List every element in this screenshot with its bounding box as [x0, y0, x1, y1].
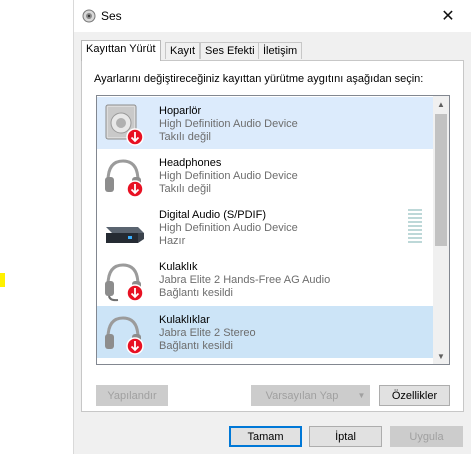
device-name: Headphones	[159, 157, 222, 169]
device-row-hoparlor[interactable]: Hoparlör High Definition Audio Device Ta…	[97, 97, 435, 149]
device-name: Hoparlör	[159, 105, 202, 117]
set-default-dropdown-arrow-icon[interactable]: ▼	[353, 385, 370, 406]
device-row-headphones[interactable]: Headphones High Definition Audio Device …	[97, 149, 435, 201]
yellow-marker	[0, 273, 5, 287]
device-status: Hazır	[159, 235, 186, 247]
headphones-icon	[105, 159, 144, 198]
set-default-button[interactable]: Varsayılan Yap	[251, 385, 353, 406]
instruction-text: Ayarlarını değiştireceğiniz kayıttan yür…	[94, 73, 424, 85]
device-status: Bağlantı kesildi	[159, 287, 233, 299]
sound-dialog: Ses ✕ Kayıttan Yürüt Kayıt Ses Efekti İl…	[73, 0, 471, 454]
tab-communications[interactable]: İletişim	[258, 42, 303, 59]
device-driver: High Definition Audio Device	[159, 222, 298, 234]
device-driver: Jabra Elite 2 Stereo	[159, 327, 256, 339]
device-row-kulakliklar[interactable]: Kulaklıklar Jabra Elite 2 Stereo Bağlant…	[97, 306, 435, 358]
cancel-button[interactable]: İptal	[309, 426, 382, 447]
device-name: Kulaklık	[159, 261, 198, 273]
configure-button[interactable]: Yapılandır	[96, 385, 168, 406]
ok-button[interactable]: Tamam	[229, 426, 302, 447]
speaker-app-icon	[82, 9, 96, 23]
scroll-down-arrow-icon[interactable]: ▼	[433, 348, 449, 364]
device-name: Kulaklıklar	[159, 314, 210, 326]
headset-icon	[105, 263, 144, 302]
device-list-scrollbar[interactable]: ▲ ▼	[433, 96, 449, 364]
tab-playback[interactable]: Kayıttan Yürüt	[81, 40, 161, 61]
speaker-icon	[105, 104, 144, 146]
scroll-up-arrow-icon[interactable]: ▲	[433, 96, 449, 112]
device-list[interactable]: Hoparlör High Definition Audio Device Ta…	[96, 95, 450, 365]
playback-panel: Ayarlarını değiştireceğiniz kayıttan yür…	[81, 60, 464, 412]
tab-sound-effects[interactable]: Ses Efekti	[200, 42, 260, 59]
device-driver: High Definition Audio Device	[159, 118, 298, 130]
device-driver: Jabra Elite 2 Hands-Free AG Audio	[159, 274, 331, 286]
scrollbar-thumb[interactable]	[435, 114, 447, 246]
window-title: Ses	[101, 9, 122, 23]
apply-button[interactable]: Uygula	[390, 426, 463, 447]
volume-level-meter	[408, 209, 422, 247]
device-name: Digital Audio (S/PDIF)	[159, 209, 266, 221]
device-row-digital-audio[interactable]: Digital Audio (S/PDIF) High Definition A…	[97, 201, 435, 253]
digital-audio-icon	[106, 227, 144, 243]
device-status: Bağlantı kesildi	[159, 340, 233, 352]
close-icon: ✕	[441, 8, 455, 25]
close-button[interactable]: ✕	[425, 0, 471, 32]
device-status: Takılı değil	[159, 183, 211, 195]
device-driver: High Definition Audio Device	[159, 170, 298, 182]
headphones-icon	[105, 316, 144, 355]
properties-button[interactable]: Özellikler	[379, 385, 450, 406]
tab-recording[interactable]: Kayıt	[165, 42, 201, 59]
device-status: Takılı değil	[159, 131, 211, 143]
device-row-kulaklik[interactable]: Kulaklık Jabra Elite 2 Hands-Free AG Aud…	[97, 253, 435, 305]
title-bar: Ses ✕	[74, 0, 471, 32]
